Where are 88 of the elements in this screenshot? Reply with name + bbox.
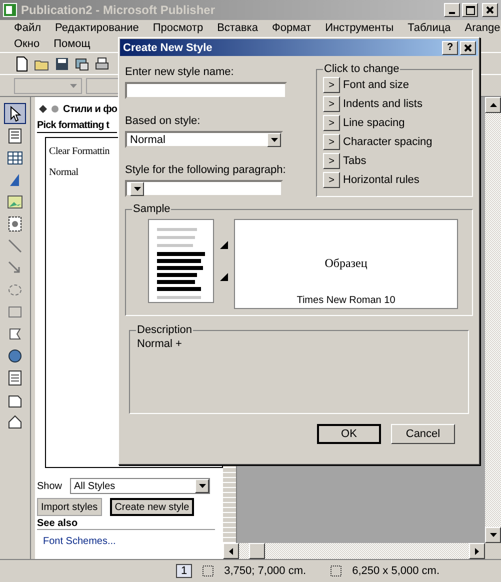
following-style-label: Style for the following paragraph: (125, 164, 287, 176)
menu-item[interactable]: Редактирование (55, 22, 139, 34)
menu-item[interactable]: Arange (464, 22, 500, 34)
scroll-up-icon (490, 103, 496, 107)
dropdown-arrow-icon (134, 186, 140, 190)
indent-marker-icon (220, 273, 228, 281)
menu-item[interactable]: Помощ (54, 38, 90, 50)
following-style-dropdown[interactable] (125, 180, 283, 197)
description-text: Normal + (136, 338, 183, 350)
change-option-label: Indents and lists (343, 98, 422, 110)
group-title: Description (136, 324, 194, 336)
see-also-heading: See also (37, 518, 215, 530)
dropdown-arrow-icon (270, 138, 278, 142)
close-icon (486, 6, 494, 14)
line-tool-icon (7, 238, 23, 254)
group-title: Click to change (323, 63, 400, 75)
position-readout: 3,750; 7,000 cm. (224, 565, 306, 577)
change-button[interactable]: > (323, 172, 340, 188)
indent-marker-icon (220, 241, 228, 249)
oval-tool-icon (7, 282, 23, 298)
dialog-button[interactable]: OK (317, 424, 381, 444)
close-button[interactable] (460, 40, 476, 54)
menu-item[interactable]: Окно (14, 38, 40, 50)
minimize-button[interactable] (444, 3, 460, 17)
change-button[interactable]: > (323, 153, 340, 169)
change-button[interactable]: > (323, 134, 340, 150)
rect-tool-icon (7, 304, 23, 320)
shape-tool-icon (7, 326, 23, 342)
close-icon (464, 44, 472, 52)
new-document-icon[interactable] (14, 56, 30, 72)
hotspot-tool-icon (7, 348, 23, 364)
menu-item[interactable]: Формат (272, 22, 312, 34)
printer-icon[interactable] (94, 56, 110, 72)
horizontal-scrollbar[interactable] (223, 543, 485, 559)
maximize-button[interactable] (462, 3, 478, 17)
menu-item[interactable]: Вставка (217, 22, 258, 34)
clip-tool-icon (7, 216, 23, 232)
size-icon (330, 565, 342, 577)
font-schemes-link[interactable]: Font Schemes... (43, 536, 223, 547)
maximize-icon (466, 6, 474, 14)
scroll-thumb[interactable] (249, 543, 265, 559)
page-number-button[interactable]: 1 (176, 564, 192, 578)
arrow-tool-icon (7, 260, 23, 276)
change-button[interactable]: > (323, 77, 340, 93)
pane-button[interactable]: Create new style (110, 498, 194, 516)
menu-item[interactable]: Файл (14, 22, 42, 34)
change-option-label: Line spacing (343, 117, 405, 129)
dropdown-arrow-icon (198, 484, 206, 488)
change-option-label: Character spacing (343, 136, 432, 148)
menu-item[interactable]: Инструменты (325, 22, 394, 34)
form-tool-icon (7, 370, 23, 386)
group-title: Sample (132, 203, 172, 215)
scroll-right-icon (475, 548, 479, 554)
menu-item[interactable]: Таблица (408, 22, 451, 34)
dialog-button[interactable]: Cancel (391, 424, 455, 444)
dropdown-arrow-icon (70, 84, 77, 88)
pane-button[interactable]: Import styles (37, 498, 102, 516)
style-name-label: Enter new style name: (125, 66, 235, 78)
change-button[interactable]: > (323, 96, 340, 112)
picture-tool-icon (7, 194, 23, 210)
menu-item[interactable]: Просмотр (152, 22, 204, 34)
tool-button[interactable] (4, 103, 26, 124)
scroll-left-icon (229, 548, 233, 554)
text-tool-icon (7, 128, 23, 144)
pane-subtitle: Pick formatting t (37, 117, 117, 133)
sample-text: Образец (324, 256, 368, 271)
pane-title: Стили и фо (63, 104, 118, 114)
show-dropdown[interactable]: All Styles (70, 478, 210, 494)
change-button[interactable]: > (323, 115, 340, 131)
based-on-dropdown[interactable]: Normal (125, 131, 283, 148)
style-name-field[interactable] (125, 82, 287, 99)
size-readout: 6,250 x 5,000 cm. (352, 565, 440, 577)
publish-icon[interactable] (74, 56, 90, 72)
close-button[interactable] (482, 3, 498, 17)
show-label: Show (37, 480, 62, 492)
window-title: Publication2 - Microsoft Publisher (21, 3, 216, 17)
change-option-label: Font and size (343, 79, 410, 91)
dialog-title: Create New Style (123, 42, 214, 54)
app-icon (3, 3, 17, 17)
table-tool-icon (7, 150, 23, 166)
scroll-down-icon (490, 533, 496, 537)
font-description: Times New Roman 10 (296, 295, 396, 306)
position-icon (202, 565, 214, 577)
help-button[interactable]: ? (442, 40, 458, 54)
vertical-scrollbar[interactable] (485, 97, 501, 543)
change-option-label: Tabs (343, 155, 366, 167)
based-on-label: Based on style: (125, 115, 202, 127)
change-option-label: Horizontal rules (343, 174, 420, 186)
